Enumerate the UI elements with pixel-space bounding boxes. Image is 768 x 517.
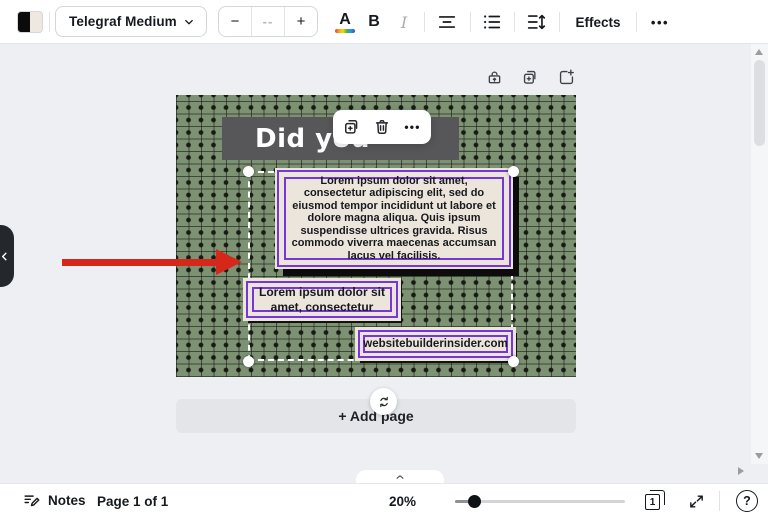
trash-icon [372,117,392,137]
more-dots-icon: ••• [404,120,420,134]
expand-icon [688,493,705,510]
scroll-up-arrow-icon[interactable] [755,49,763,55]
chevron-down-icon [182,15,196,29]
website-text-frame: websitebuilderinsider.com [363,335,508,353]
italic-label: I [401,13,407,32]
scroll-right-arrow-icon[interactable] [738,467,744,475]
color-swatch-button[interactable] [17,11,43,33]
page-controls [484,67,576,89]
bullet-list-icon [481,11,503,33]
duplicate-element-button[interactable] [340,115,364,139]
text-color-button[interactable]: A [332,8,358,36]
line-spacing-icon [525,11,547,33]
zoom-slider-thumb[interactable] [468,495,481,508]
lock-icon [485,68,504,87]
body-text-frame: Lorem ipsum dolor sit amet, consectetur … [284,177,504,260]
text-color-label: A [339,11,351,28]
lock-button[interactable] [484,67,504,87]
top-toolbar: Telegraf Medium − -- + A B I [0,0,768,44]
font-family-label: Telegraf Medium [69,14,177,29]
delete-element-button[interactable] [370,115,394,139]
bottombar-collapse-tab[interactable] [356,470,444,484]
toolbar-divider [424,12,425,32]
annotation-arrow [62,249,242,276]
help-label: ? [743,494,751,508]
font-size-input[interactable]: -- [251,7,284,36]
notes-icon [22,491,41,510]
caption-text: Lorem ipsum dolor sit amet, consectetur [254,285,390,315]
bullet-list-button[interactable] [479,10,505,34]
notes-label: Notes [48,493,86,508]
rainbow-underline [335,29,355,33]
toolbar-divider [636,12,637,32]
more-dots-icon: ••• [651,15,669,30]
scroll-down-arrow-icon[interactable] [755,453,763,459]
add-page-icon [557,68,576,87]
import-page-button[interactable] [556,67,576,87]
selection-handle-bottom-right[interactable] [508,356,519,367]
font-family-dropdown[interactable]: Telegraf Medium [55,6,207,37]
zoom-slider[interactable] [455,491,625,511]
center-align-icon [436,11,458,33]
font-size-increase-button[interactable]: + [284,7,317,36]
vertical-scrollbar[interactable] [751,44,768,464]
sidebar-collapse-tab[interactable] [0,225,14,287]
website-text-box[interactable]: websitebuilderinsider.com [358,330,513,358]
bold-label: B [368,13,380,31]
arrow-shaft [62,259,218,266]
arrow-head [216,249,242,275]
refresh-icon [377,395,391,409]
body-text: Lorem ipsum dolor sit amet, consectetur … [286,175,502,262]
notes-button[interactable]: Notes [22,491,86,510]
grid-view-button[interactable]: 1 [645,490,667,512]
fullscreen-button[interactable] [685,490,707,512]
zoom-level-label[interactable]: 20% [389,491,416,511]
bottom-bar: Notes Page 1 of 1 20% 1 ? [0,483,768,517]
sync-badge[interactable] [370,388,397,415]
duplicate-page-button[interactable] [520,67,540,87]
website-text: websitebuilderinsider.com [363,338,507,350]
caption-text-box[interactable]: Lorem ipsum dolor sit amet, consectetur [246,281,398,318]
toolbar-divider [49,12,50,32]
chevron-up-icon [394,472,406,482]
font-size-decrease-button[interactable]: − [219,7,251,36]
selection-handle-top-left[interactable] [243,166,254,177]
selection-handle-top-right[interactable] [508,166,519,177]
text-align-button[interactable] [434,10,460,34]
vertical-scrollbar-thumb[interactable] [754,60,765,146]
body-text-box[interactable]: Lorem ipsum dolor sit amet, consectetur … [277,170,511,267]
caption-text-frame: Lorem ipsum dolor sit amet, consectetur [252,287,392,312]
duplicate-icon [342,117,362,137]
toolbar-divider [470,12,471,32]
toolbar-more-button[interactable]: ••• [645,11,675,33]
help-button[interactable]: ? [736,490,758,512]
element-more-button[interactable]: ••• [401,115,425,139]
bold-button[interactable]: B [362,8,386,36]
toolbar-divider [559,12,560,32]
chevron-left-icon [0,251,10,262]
effects-label: Effects [575,15,620,30]
canva-editor: Telegraf Medium − -- + A B I [0,0,768,517]
effects-button[interactable]: Effects [572,11,624,33]
italic-button[interactable]: I [392,8,416,36]
bottombar-divider [719,491,720,511]
duplicate-page-icon [521,68,540,87]
line-spacing-button[interactable] [523,10,549,34]
element-toolbar: ••• [333,110,431,144]
page-indicator: Page 1 of 1 [97,491,168,511]
font-size-stepper: − -- + [218,6,318,37]
toolbar-divider [514,12,515,32]
page-number-badge: 1 [645,494,660,510]
selection-handle-bottom-left[interactable] [243,356,254,367]
